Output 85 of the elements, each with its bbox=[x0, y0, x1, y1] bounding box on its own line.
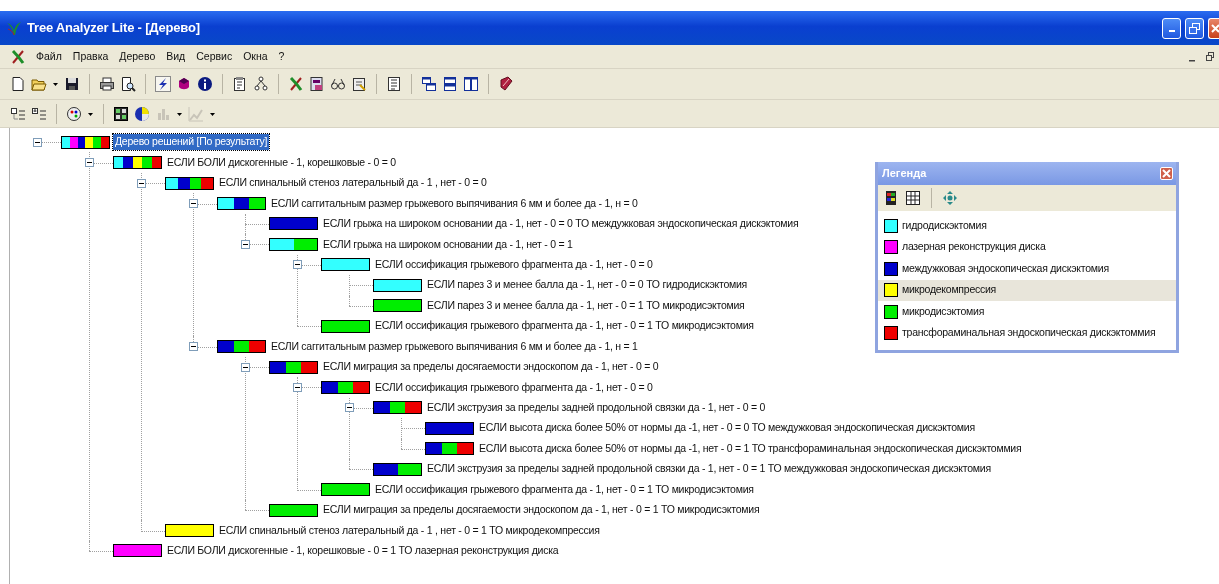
legend-label: микродекомпрессия bbox=[902, 282, 997, 298]
collapse-toggle[interactable] bbox=[33, 137, 42, 147]
list-icon[interactable] bbox=[386, 76, 402, 92]
node-label[interactable]: ЕСЛИ спинальный стеноз латеральный да - 1 , нет - 0 = 0 bbox=[217, 175, 489, 191]
collapse-toggle[interactable] bbox=[189, 342, 198, 352]
tile-horizontal-icon[interactable] bbox=[442, 76, 458, 92]
node-label[interactable]: ЕСЛИ оссификация грыжевого фрагмента да - 1, нет - 0 = 0 bbox=[373, 379, 655, 396]
close-button[interactable] bbox=[1208, 17, 1219, 39]
minimize-icon bbox=[1168, 29, 1175, 32]
node-label[interactable]: ЕСЛИ экструзия за пределы задней продольной связки да - 1, нет - 0 = 0 bbox=[425, 400, 768, 416]
book-icon[interactable] bbox=[498, 76, 514, 92]
legend-item[interactable]: трансфораминальная эндоскопическая дискэктоммия bbox=[878, 322, 1176, 344]
node-label[interactable]: ЕСЛИ парез 3 и менее балла да - 1, нет - 0 = 0 ТО гидродискэктомия bbox=[425, 277, 749, 294]
lightning-icon[interactable] bbox=[155, 76, 171, 92]
node-label[interactable]: ЕСЛИ миграция за пределы досягаемости эндоскопом да - 1, нет - 0 = 0 bbox=[321, 359, 661, 375]
legend-label: лазерная реконструкция диска bbox=[902, 239, 1046, 255]
new-document-icon[interactable] bbox=[10, 76, 26, 92]
node-label[interactable]: ЕСЛИ БОЛИ дискогенные - 1, корешковые - 0 = 0 bbox=[165, 154, 398, 171]
save-icon[interactable] bbox=[64, 76, 80, 92]
legend-item[interactable]: гидродискэктомия bbox=[878, 215, 1176, 237]
node-label[interactable]: ЕСЛИ высота диска более 50% от нормы да -1, нет - 0 = 1 ТО трансфораминальная эндоскопическая дискэктоммия bbox=[477, 440, 1024, 457]
menu-item[interactable]: Правка bbox=[71, 48, 110, 65]
menu-item[interactable]: Дерево bbox=[118, 48, 157, 65]
menu-item[interactable]: Вид bbox=[165, 48, 187, 65]
move-icon[interactable] bbox=[942, 190, 958, 206]
node-label[interactable]: ЕСЛИ БОЛИ дискогенные - 1, корешковые - 0 = 1 ТО лазерная реконструкция диска bbox=[165, 543, 561, 559]
node-label[interactable]: ЕСЛИ высота диска более 50% от нормы да -1, нет - 0 = 0 ТО междужковая эндоскопическая дискэктомия bbox=[477, 420, 977, 437]
clipboard-icon[interactable] bbox=[351, 76, 367, 92]
open-folder-icon[interactable] bbox=[31, 76, 47, 92]
legend-label: междужковая эндоскопическая дискэктомия bbox=[902, 260, 1109, 276]
node-label[interactable]: ЕСЛИ грыжа на широком основании да - 1, нет - 0 = 1 bbox=[321, 236, 575, 253]
panel-title: Легенда bbox=[882, 166, 927, 182]
collapse-toggle[interactable] bbox=[345, 403, 354, 413]
close-icon bbox=[1209, 22, 1219, 34]
restore-button[interactable] bbox=[1185, 17, 1204, 39]
node-label[interactable]: ЕСЛИ оссификация грыжевого фрагмента да - 1, нет - 0 = 1 ТО микродисэктомия bbox=[373, 481, 756, 498]
collapse-toggle[interactable] bbox=[189, 199, 198, 209]
print-preview-icon[interactable] bbox=[120, 76, 136, 92]
legend-label: микродисэктомия bbox=[902, 303, 985, 319]
grid-icon[interactable] bbox=[113, 105, 129, 122]
node-label[interactable]: ЕСЛИ грыжа на широком основании да - 1, нет - 0 = 0 ТО междужковая эндоскопическая дискэктомия bbox=[321, 216, 801, 232]
close-icon bbox=[1162, 169, 1171, 178]
node-label[interactable]: ЕСЛИ саггитальным размер грыжевого выпячивания 6 мм и более да - 1, н = 1 bbox=[269, 338, 640, 355]
color-columns-icon[interactable] bbox=[883, 190, 899, 206]
legend-item[interactable]: междужковая эндоскопическая дискэктомия bbox=[878, 258, 1176, 280]
collapse-toggle[interactable] bbox=[293, 260, 302, 270]
tile-vertical-icon[interactable] bbox=[463, 76, 479, 92]
window-title: Tree Analyzer Lite - [Дерево] bbox=[27, 19, 200, 38]
collapse-toggle[interactable] bbox=[137, 178, 146, 188]
info-icon[interactable] bbox=[197, 76, 213, 92]
node-label[interactable]: ЕСЛИ экструзия за пределы задней продольной связки да - 1, нет - 0 = 1 ТО междужковая эндоскопическая дискэктомия bbox=[425, 461, 993, 478]
node-label[interactable]: ЕСЛИ миграция за пределы досягаемости эндоскопом да - 1, нет - 0 = 1 ТО микродисэктомия bbox=[321, 502, 762, 518]
minimize-button[interactable] bbox=[1162, 17, 1181, 39]
collapse-toggle[interactable] bbox=[241, 362, 250, 372]
legend-label: трансфораминальная эндоскопическая дискэктоммия bbox=[902, 325, 1156, 341]
menu-item[interactable]: Окна bbox=[242, 48, 269, 65]
palette-icon[interactable] bbox=[66, 105, 82, 122]
glasses-icon[interactable] bbox=[330, 76, 346, 92]
menu-item[interactable]: ? bbox=[277, 48, 286, 65]
node-label[interactable]: ЕСЛИ спинальный стеноз латеральный да - 1 , нет - 0 = 1 ТО микродекомпрессия bbox=[217, 522, 602, 539]
cascade-windows-icon[interactable] bbox=[421, 76, 437, 92]
legend-item[interactable]: микродекомпрессия bbox=[878, 279, 1176, 301]
grid-icon[interactable] bbox=[905, 190, 921, 206]
report-icon[interactable] bbox=[309, 76, 325, 92]
properties-icon[interactable] bbox=[232, 76, 248, 92]
print-icon[interactable] bbox=[99, 76, 115, 92]
hierarchy-icon[interactable] bbox=[253, 76, 269, 92]
legend-label: гидродискэктомия bbox=[902, 217, 987, 233]
collapse-all-icon[interactable] bbox=[31, 105, 47, 122]
node-label[interactable]: ЕСЛИ оссификация грыжевого фрагмента да - 1, нет - 0 = 0 bbox=[373, 256, 655, 273]
node-label[interactable]: ЕСЛИ саггитальным размер грыжевого выпячивания 6 мм и более да - 1, н = 0 bbox=[269, 195, 640, 212]
menu-item[interactable]: Сервис bbox=[195, 48, 234, 65]
close-button[interactable] bbox=[1160, 167, 1173, 180]
expand-all-icon[interactable] bbox=[10, 105, 26, 122]
tree-title[interactable]: Дерево решений [По результату] bbox=[113, 134, 270, 151]
menu-item[interactable]: Файл bbox=[35, 48, 63, 65]
collapse-toggle[interactable] bbox=[85, 158, 94, 168]
node-label[interactable]: ЕСЛИ оссификация грыжевого фрагмента да - 1, нет - 0 = 1 ТО микродисэктомия bbox=[373, 318, 756, 335]
legend-item[interactable]: лазерная реконструкция диска bbox=[878, 236, 1176, 258]
restore-icon bbox=[1189, 22, 1200, 34]
collapse-toggle[interactable] bbox=[293, 382, 302, 392]
pie-chart-icon[interactable] bbox=[134, 105, 150, 122]
node-label[interactable]: ЕСЛИ парез 3 и менее балла да - 1, нет - 0 = 1 ТО микродисэктомия bbox=[425, 297, 747, 314]
collapse-toggle[interactable] bbox=[241, 239, 250, 249]
legend-item[interactable]: микродисэктомия bbox=[878, 301, 1176, 323]
